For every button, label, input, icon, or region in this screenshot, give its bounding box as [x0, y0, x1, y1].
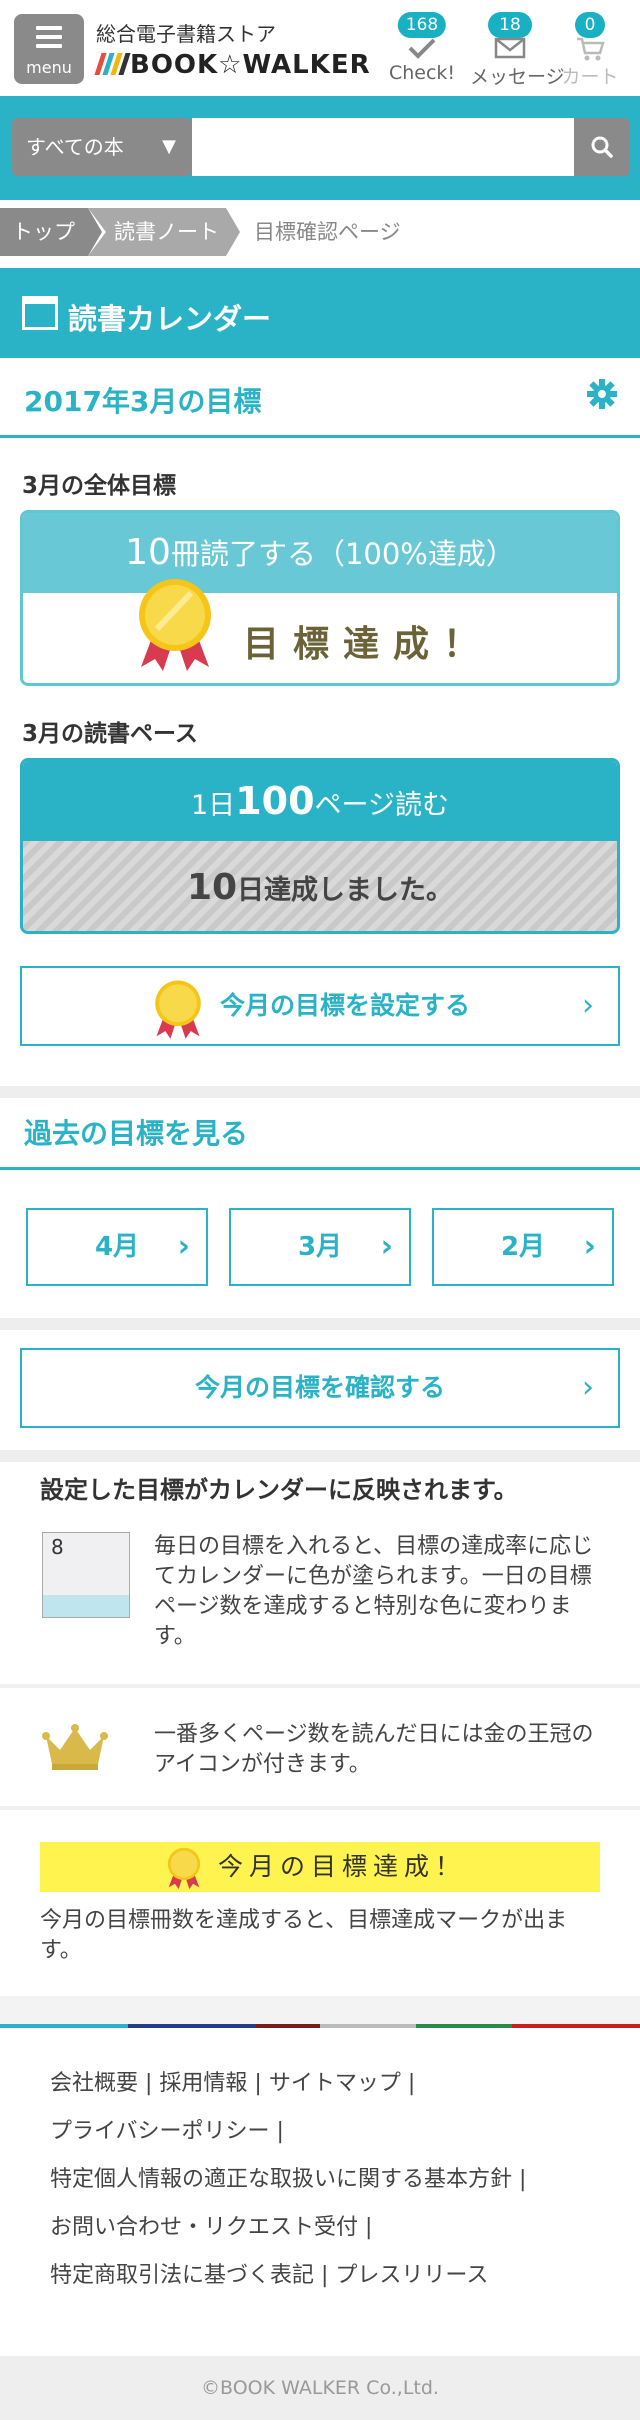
pace-prefix: 1日: [191, 790, 236, 821]
divider: [0, 1806, 640, 1810]
footer-link[interactable]: 会社概要: [50, 2071, 138, 2096]
goal-count: 10: [125, 532, 171, 573]
past-goals-header: 過去の目標を見る: [0, 1090, 640, 1170]
footer-link[interactable]: プレスリリース: [335, 2263, 488, 2288]
footer-link[interactable]: お問い合わせ・リクエスト受付: [50, 2215, 358, 2240]
site-header: menu 総合電子書籍ストア BOOK☆WALKER 168 Check! 18…: [0, 0, 640, 96]
section-divider: [0, 1450, 640, 1462]
message-label: メッセージ: [470, 66, 565, 88]
gold-medal-icon: [155, 980, 201, 1039]
search-bar: すべての本 ▼: [0, 96, 640, 200]
confirm-goal-label: 今月の目標を確認する: [194, 1373, 445, 1402]
chevron-right-icon: ›: [177, 1229, 190, 1264]
chevron-right-icon: ›: [582, 1370, 594, 1405]
month-goal-title: 2017年3月の目標: [24, 385, 262, 418]
menu-label: menu: [26, 58, 72, 77]
footer-links: 会社概要 | 採用情報 | サイトマップ | プライバシーポリシー | 特定個人…: [50, 2071, 527, 2288]
set-goal-button[interactable]: 今月の目標を設定する ›: [20, 966, 620, 1046]
chevron-right-icon: ›: [582, 988, 594, 1023]
search-button[interactable]: [574, 118, 630, 176]
cart-label: カート: [561, 66, 619, 88]
pace-target: 1日100ページ読む: [23, 761, 617, 841]
goal-achieved-banner: 今月の目標達成！: [40, 1842, 600, 1892]
banner-text: 今月の目標達成！: [217, 1852, 466, 1881]
gear-icon[interactable]: [586, 378, 618, 418]
banner-description: 今月の目標冊数を達成すると、目標達成マークが出ます。: [40, 1908, 568, 1963]
logo-bars-icon: [94, 53, 131, 75]
check-count-badge: 168: [397, 12, 447, 38]
past-goals-title: 過去の目標を見る: [24, 1117, 249, 1150]
calendar-description: 毎日の目標を入れると、目標の達成率に応じてカレンダーに色が塗られます。一日の目標…: [154, 1534, 594, 1649]
copyright: ©BOOK WALKER Co.,Ltd.: [0, 2356, 640, 2420]
logo-text: BOOK☆WALKER: [130, 50, 371, 80]
month-goal-header: 2017年3月の目標: [0, 358, 640, 438]
breadcrumb-label: 読書ノート: [114, 220, 219, 244]
past-month-label: 3月: [297, 1232, 343, 1262]
site-subtitle: 総合電子書籍ストア: [96, 22, 276, 46]
info-title: 設定した目標がカレンダーに反映されます。: [40, 1476, 518, 1504]
breadcrumb-label: トップ: [12, 220, 75, 244]
breadcrumb-item-note[interactable]: 読書ノート: [88, 208, 244, 256]
pace-heading: 3月の読書ペース: [22, 721, 198, 747]
confirm-goal-button[interactable]: 今月の目標を確認する ›: [20, 1348, 620, 1428]
message-count-badge: 18: [488, 12, 532, 38]
cart-count-badge: 0: [575, 12, 605, 38]
search-icon: [591, 136, 613, 158]
footer-link[interactable]: 特定個人情報の適正な取扱いに関する基本方針: [50, 2167, 512, 2192]
check-button[interactable]: 168 Check!: [382, 12, 462, 92]
past-month-label: 4月: [94, 1232, 140, 1262]
pace-days-suffix: 日達成しました。: [237, 875, 454, 906]
gold-crown-icon: [42, 1724, 108, 1770]
check-label: Check!: [388, 62, 456, 84]
set-goal-label: 今月の目標を設定する: [219, 991, 470, 1020]
goal-achieved-text: 目標達成！: [243, 624, 494, 665]
pace-suffix: ページ読む: [314, 790, 449, 821]
calendar-sample-icon: 8: [42, 1532, 130, 1618]
calendar-icon: [22, 296, 58, 330]
crown-description: 一番多くページ数を読んだ日には金の王冠のアイコンが付きます。: [154, 1722, 594, 1777]
footer-link[interactable]: 特定商取引法に基づく表記: [50, 2263, 314, 2288]
footer-link[interactable]: 採用情報: [159, 2071, 247, 2096]
section-header: 読書カレンダー: [0, 268, 640, 358]
divider: [0, 1684, 640, 1688]
search-category-value: すべての本: [26, 135, 124, 159]
overall-goal-heading: 3月の全体目標: [22, 473, 177, 499]
breadcrumb-item-top[interactable]: トップ: [0, 208, 106, 256]
footer-spacer: [0, 1996, 640, 2024]
site-logo[interactable]: BOOK☆WALKER: [94, 50, 371, 80]
pace-days: 10: [186, 867, 238, 908]
past-month-button[interactable]: 4月 ›: [26, 1208, 208, 1286]
pace-result: 10日達成しました。: [23, 841, 617, 931]
overall-goal-text: 10冊読了する（100%達成）: [23, 513, 617, 593]
search-input[interactable]: [192, 118, 574, 176]
past-month-label: 2月: [500, 1232, 546, 1262]
menu-button[interactable]: menu: [14, 14, 84, 84]
past-month-button[interactable]: 3月 ›: [229, 1208, 411, 1286]
cart-button[interactable]: 0 カート: [550, 12, 630, 92]
dropdown-triangle-icon: ▼: [162, 136, 176, 157]
goal-status-area: 目標達成！: [23, 579, 617, 683]
pace-pages: 100: [235, 779, 315, 823]
search-category-select[interactable]: すべての本 ▼: [12, 118, 192, 176]
footer-color-stripe: [0, 2024, 640, 2028]
breadcrumb-current: 目標確認ページ: [254, 220, 401, 244]
hamburger-icon: [36, 26, 62, 48]
calendar-day-number: 8: [51, 1535, 64, 1559]
goal-unit: 冊読了する（100%達成）: [170, 537, 515, 571]
overall-goal-box: 10冊読了する（100%達成） 目標達成！: [20, 510, 620, 686]
footer-link[interactable]: プライバシーポリシー: [50, 2119, 270, 2144]
chevron-right-icon: ›: [380, 1229, 393, 1264]
gold-medal-icon: [167, 1847, 201, 1890]
message-button[interactable]: 18 メッセージ: [470, 12, 565, 92]
reading-pace-box: 1日100ページ読む 10日達成しました。: [20, 758, 620, 934]
gold-medal-icon: [139, 579, 211, 671]
section-title: 読書カレンダー: [68, 302, 272, 336]
breadcrumb: 読書ノート トップ 目標確認ページ: [0, 200, 640, 264]
footer-link[interactable]: サイトマップ: [269, 2071, 401, 2096]
past-month-button[interactable]: 2月 ›: [432, 1208, 614, 1286]
section-divider: [0, 1318, 640, 1330]
chevron-right-icon: ›: [583, 1229, 596, 1264]
